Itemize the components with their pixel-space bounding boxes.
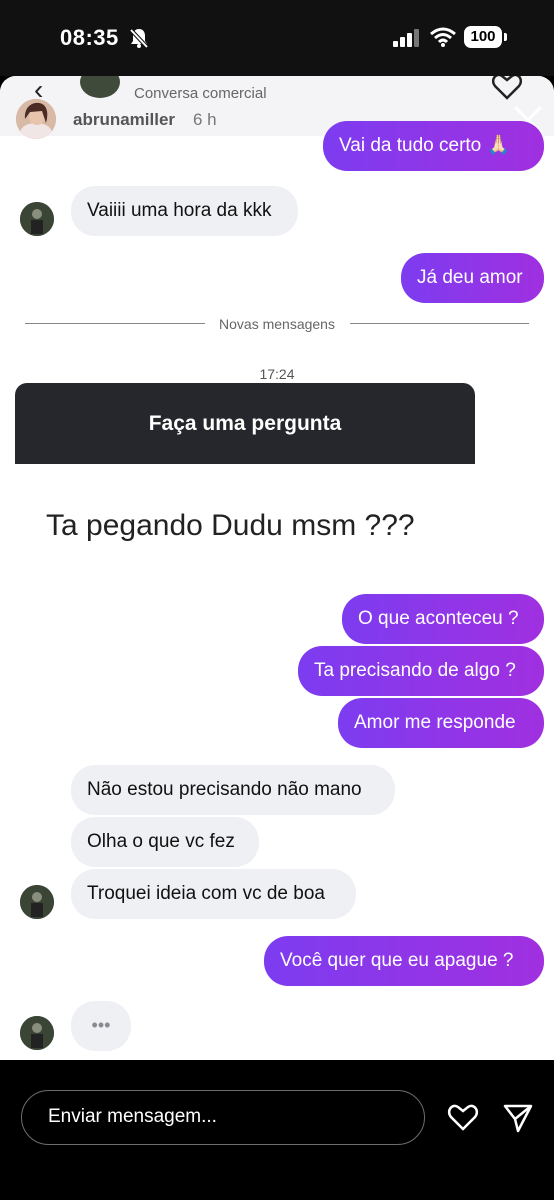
clock: 08:35 — [60, 25, 119, 50]
heart-icon[interactable] — [491, 76, 523, 105]
cell-signal-icon — [393, 29, 421, 52]
typing-indicator: ••• — [71, 1001, 131, 1051]
mute-bell-icon — [128, 27, 150, 54]
send-icon[interactable] — [502, 1102, 534, 1139]
message-incoming[interactable]: Troquei ideia com vc de boa — [71, 869, 356, 919]
message-timestamp: 17:24 — [259, 366, 295, 382]
message-input[interactable]: Enviar mensagem... — [21, 1090, 425, 1145]
message-incoming[interactable]: Vaiiii uma hora da kkk — [71, 186, 298, 236]
message-outgoing[interactable]: Vai da tudo certo 🙏🏻 — [323, 121, 544, 171]
story-time: 6 h — [193, 110, 217, 129]
story-author-avatar[interactable] — [16, 99, 56, 139]
message-outgoing[interactable]: Você quer que eu apague ? — [264, 936, 544, 986]
message-outgoing[interactable]: O que aconteceu ? — [342, 594, 544, 644]
story-reply-card: ‹ Conversa comercial abrunamiller 6 h ..… — [0, 76, 554, 1060]
wifi-icon — [430, 27, 456, 52]
message-incoming[interactable]: Não estou precisando não mano — [71, 765, 395, 815]
heart-icon[interactable] — [447, 1102, 479, 1137]
battery-indicator: 100 — [464, 26, 507, 48]
status-bar: 08:35 100 — [0, 0, 554, 76]
contact-avatar — [20, 885, 54, 919]
question-sticker-header[interactable]: Faça uma pergunta — [15, 383, 475, 464]
divider-line-right — [350, 323, 529, 324]
new-messages-divider: Novas mensagens — [219, 316, 335, 332]
chat-avatar — [80, 76, 120, 98]
story-author-name[interactable]: abrunamiller — [73, 110, 175, 130]
chat-subtitle: Conversa comercial — [134, 85, 267, 102]
composer-bar: Enviar mensagem... — [0, 1060, 554, 1200]
message-outgoing[interactable]: Ta precisando de algo ? — [298, 646, 544, 696]
message-outgoing[interactable]: Já deu amor — [401, 253, 544, 303]
message-outgoing[interactable]: Amor me responde — [338, 698, 544, 748]
contact-avatar — [20, 202, 54, 236]
question-sticker-text: Ta pegando Dudu msm ??? — [46, 509, 415, 542]
contact-avatar — [20, 1016, 54, 1050]
message-incoming[interactable]: Olha o que vc fez — [71, 817, 259, 867]
